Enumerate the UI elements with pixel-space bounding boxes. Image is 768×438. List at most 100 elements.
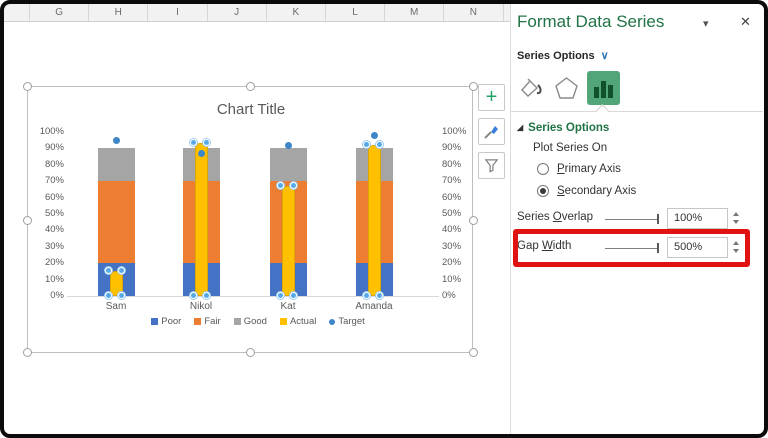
funnel-icon: [484, 159, 499, 173]
category-label: Sam: [105, 301, 127, 312]
selection-handle[interactable]: [363, 291, 370, 299]
column-header[interactable]: H: [89, 4, 149, 21]
y-axis-tick-right: 40%: [442, 224, 462, 236]
tab-series-options[interactable]: [587, 71, 620, 105]
column-header[interactable]: K: [267, 4, 326, 21]
column-header[interactable]: I: [148, 4, 208, 21]
selection-handle[interactable]: [105, 291, 112, 299]
chart-frame-handle[interactable]: [246, 82, 255, 91]
pane-collapse-icon[interactable]: ▾: [703, 17, 709, 30]
y-axis-tick-right: 10%: [442, 273, 462, 285]
legend-marker-square: [233, 318, 241, 325]
y-axis-tick-left: 30%: [44, 240, 64, 252]
chart-filters-button[interactable]: [478, 152, 505, 179]
legend-marker-square: [279, 318, 287, 325]
selection-handle[interactable]: [203, 291, 210, 299]
y-axis-tick-right: 0%: [442, 290, 456, 301]
tab-fill-line[interactable]: [514, 71, 547, 105]
selection-handle[interactable]: [203, 138, 210, 146]
series-overlap-slider-thumb[interactable]: [657, 214, 659, 224]
bar-segment-fair[interactable]: [97, 181, 135, 264]
pentagon-icon: [555, 77, 578, 99]
selection-handle[interactable]: [277, 291, 284, 299]
selection-handle[interactable]: [376, 291, 383, 299]
y-axis-tick-left: 40%: [44, 224, 64, 236]
series-overlap-label: Series Overlap: [517, 211, 594, 223]
plus-icon: +: [485, 85, 498, 108]
target-marker[interactable]: [112, 136, 120, 144]
selection-handle[interactable]: [363, 140, 370, 148]
selection-handle[interactable]: [290, 291, 297, 299]
chart-frame-handle[interactable]: [23, 348, 32, 357]
pane-title: Format Data Series: [517, 12, 665, 31]
y-axis-tick-left: 50%: [44, 208, 64, 219]
bar-segment-good[interactable]: [269, 148, 307, 182]
target-marker[interactable]: [197, 149, 205, 157]
actual-bar[interactable]: [194, 143, 208, 296]
legend-marker-square: [194, 318, 202, 325]
column-header[interactable]: M: [385, 4, 445, 21]
series-options-dropdown[interactable]: Series Options ∨: [517, 49, 609, 62]
chart-frame-handle[interactable]: [246, 348, 255, 357]
radio-primary-axis[interactable]: Primary Axis: [537, 163, 621, 175]
column-header[interactable]: G: [30, 4, 90, 21]
target-marker[interactable]: [284, 141, 292, 149]
series-overlap-input[interactable]: 100%: [667, 208, 728, 229]
y-axis-tick-right: 100%: [442, 126, 467, 137]
selection-handle[interactable]: [190, 291, 197, 299]
column-header[interactable]: L: [326, 4, 386, 21]
legend-item-poor[interactable]: Poor: [151, 316, 181, 327]
selection-handle[interactable]: [105, 266, 112, 274]
category-label: Nikol: [189, 301, 213, 312]
chart-styles-button[interactable]: [478, 118, 505, 145]
plot-series-on-label: Plot Series On: [533, 142, 608, 154]
tab-effects[interactable]: [550, 71, 583, 105]
pane-close-icon[interactable]: ✕: [740, 14, 751, 30]
legend-marker-square: [151, 318, 159, 325]
chart-frame-handle[interactable]: [23, 216, 32, 225]
selection-handle[interactable]: [277, 181, 284, 189]
legend-item-fair[interactable]: Fair: [194, 316, 221, 327]
column-header[interactable]: N: [444, 4, 504, 21]
target-marker[interactable]: [370, 131, 378, 139]
bar-chart-icon: [594, 81, 613, 98]
chart-elements-button[interactable]: +: [478, 84, 505, 111]
chart-frame-handle[interactable]: [469, 82, 478, 91]
selection-handle[interactable]: [376, 140, 383, 148]
actual-bar[interactable]: [281, 186, 295, 296]
chevron-down-icon: ∨: [600, 50, 609, 62]
radio-circle[interactable]: [537, 163, 549, 175]
selection-handle[interactable]: [190, 138, 197, 146]
radio-secondary-axis[interactable]: Secondary Axis: [537, 185, 636, 197]
spin-up-icon[interactable]: [733, 212, 739, 216]
spin-down-icon[interactable]: [733, 220, 739, 224]
chart-legend[interactable]: Poor Fair Good Actual Target: [68, 316, 448, 327]
column-header-stub: [4, 4, 30, 21]
bar-segment-good[interactable]: [97, 148, 135, 182]
selected-tab-notch: [596, 104, 609, 117]
y-axis-tick-left: 90%: [44, 142, 64, 154]
selection-handle[interactable]: [118, 291, 125, 299]
expand-triangle-icon: ◢: [517, 123, 524, 132]
legend-item-actual[interactable]: Actual: [279, 316, 316, 327]
column-header[interactable]: J: [208, 4, 267, 21]
series-overlap-slider[interactable]: [605, 219, 659, 220]
selection-handle[interactable]: [118, 266, 125, 274]
chart-frame-handle[interactable]: [469, 348, 478, 357]
y-axis-tick-left: 70%: [44, 175, 64, 187]
legend-item-target[interactable]: Target: [329, 316, 365, 327]
y-axis-tick-right: 30%: [442, 240, 462, 252]
actual-bar[interactable]: [367, 145, 381, 296]
chart-area[interactable]: Chart Title 100% 100% 90% 90% 80% 80% 70% 70% 60…: [23, 82, 478, 357]
legend-item-good[interactable]: Good: [233, 316, 267, 327]
chart-frame-handle[interactable]: [469, 216, 478, 225]
series-overlap-spinner[interactable]: [731, 208, 741, 228]
selection-handle[interactable]: [290, 181, 297, 189]
chart-title[interactable]: Chart Title: [28, 101, 474, 118]
radio-circle[interactable]: [537, 185, 549, 197]
y-axis-tick-left: 20%: [44, 257, 64, 269]
chart-frame-handle[interactable]: [23, 82, 32, 91]
series-options-section-header[interactable]: ◢ Series Options: [517, 122, 609, 134]
paint-bucket-icon: [520, 78, 541, 97]
category-label: Kat: [280, 301, 296, 312]
